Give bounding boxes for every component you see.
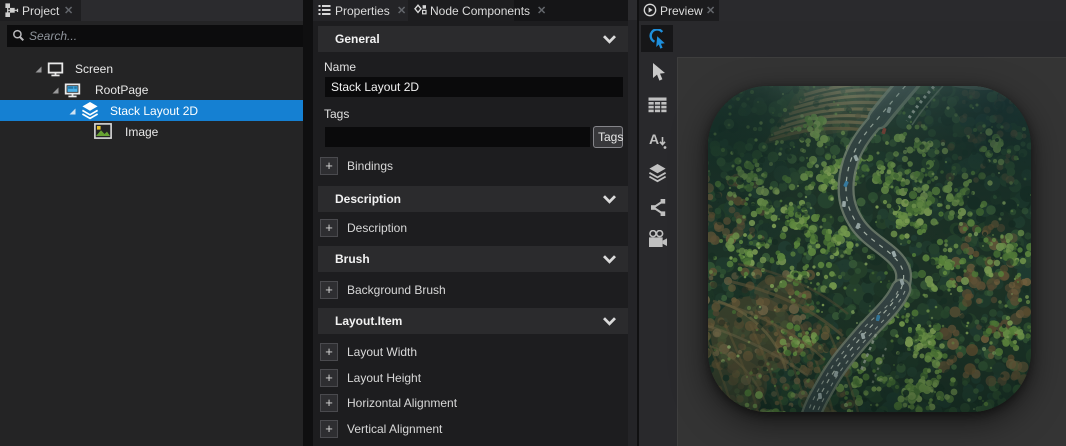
svg-text:A: A [649,131,659,147]
